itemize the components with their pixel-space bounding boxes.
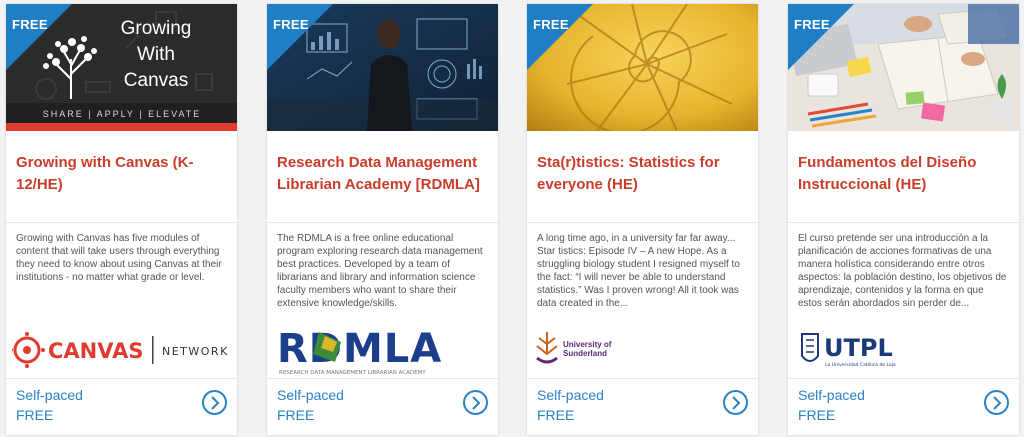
free-badge: FREE: [273, 17, 309, 32]
course-thumbnail[interactable]: FREE: [267, 4, 498, 131]
course-title[interactable]: Research Data Management Librarian Acade…: [277, 152, 489, 196]
course-title[interactable]: Fundamentos del Diseño Instruccional (HE…: [798, 152, 1010, 196]
divider: [267, 222, 498, 223]
course-card-fundamentos[interactable]: FREE Fundamentos del Diseño Instrucciona…: [788, 4, 1019, 435]
free-ribbon: [267, 4, 333, 70]
course-description: El curso pretende ser una introducción a…: [798, 233, 1007, 309]
free-ribbon: [527, 4, 593, 70]
pace-label: Self-paced: [16, 387, 83, 403]
course-thumbnail[interactable]: Growing With Canvas SHARE | APPLY | ELEV…: [6, 4, 237, 131]
thumb-title-line-2: With: [137, 44, 175, 65]
divider: [788, 378, 1019, 379]
thumb-title-line-1: Growing: [121, 18, 192, 39]
pace-label: Self-paced: [798, 387, 865, 403]
free-ribbon: [6, 4, 72, 70]
rdmla-logo: RDMLA RESEARCH DATA MANAGEMENT LIBRARIAN…: [273, 322, 492, 378]
thumb-title-line-3: Canvas: [124, 70, 188, 91]
open-course-button[interactable]: [723, 390, 748, 415]
divider: [267, 378, 498, 379]
course-title[interactable]: Growing with Canvas (K-12/HE): [16, 152, 228, 196]
free-badge: FREE: [12, 17, 48, 32]
course-thumbnail[interactable]: FREE: [527, 4, 758, 131]
canvas-network-logo: CANVAS NETWORK: [9, 322, 231, 378]
pace-label: Self-paced: [537, 387, 604, 403]
course-thumbnail[interactable]: FREE: [788, 4, 1019, 131]
utpl-subtitle: La Universidad Católica de Loja: [825, 361, 896, 368]
course-grid: Growing With Canvas SHARE | APPLY | ELEV…: [0, 0, 1024, 437]
utpl-crest-icon: [801, 333, 819, 362]
course-description: A long time ago, in a university far far…: [537, 233, 740, 309]
university-of-sunderland-logo: University of Sunderland: [533, 322, 752, 378]
divider: [527, 222, 758, 223]
divider: [527, 378, 758, 379]
pace-label: Self-paced: [277, 387, 344, 403]
course-card-startistics[interactable]: FREE Sta(r)tistics: Statistics for every…: [527, 4, 758, 435]
network-wordmark: NETWORK: [162, 345, 229, 358]
course-card-rdmla[interactable]: FREE Research Data Management Librarian …: [267, 4, 498, 435]
open-course-button[interactable]: [463, 390, 488, 415]
free-badge: FREE: [794, 17, 830, 32]
open-course-button[interactable]: [202, 390, 227, 415]
course-description: Growing with Canvas has five modules of …: [16, 233, 222, 283]
chevron-right-icon: [993, 396, 1002, 410]
divider: [6, 222, 237, 223]
rdmla-subtitle: RESEARCH DATA MANAGEMENT LIBRARIAN ACADE…: [279, 370, 426, 376]
chevron-right-icon: [211, 396, 220, 410]
chevron-right-icon: [732, 396, 741, 410]
course-description: The RDMLA is a free online educational p…: [277, 233, 483, 309]
price-label: FREE: [798, 407, 836, 423]
sunderland-wordmark: University of Sunderland: [563, 340, 612, 358]
free-ribbon: [788, 4, 854, 70]
course-title[interactable]: Sta(r)tistics: Statistics for everyone (…: [537, 152, 749, 196]
canvas-logo-icon: [9, 332, 45, 368]
utpl-wordmark: UTPL: [824, 334, 893, 362]
price-label: FREE: [537, 407, 575, 423]
rdmla-wordmark: RDMLA: [277, 326, 442, 372]
course-card-growing-with-canvas[interactable]: Growing With Canvas SHARE | APPLY | ELEV…: [6, 4, 237, 435]
sunderland-crest-icon: [536, 332, 558, 364]
open-course-button[interactable]: [984, 390, 1009, 415]
utpl-logo: UTPL La Universidad Católica de Loja: [794, 322, 1013, 378]
free-badge: FREE: [533, 17, 569, 32]
divider: [788, 222, 1019, 223]
thumb-tagline: SHARE | APPLY | ELEVATE: [43, 109, 202, 119]
canvas-wordmark: CANVAS: [48, 339, 143, 363]
price-label: FREE: [277, 407, 315, 423]
divider: [6, 378, 237, 379]
price-label: FREE: [16, 407, 54, 423]
chevron-right-icon: [472, 396, 481, 410]
